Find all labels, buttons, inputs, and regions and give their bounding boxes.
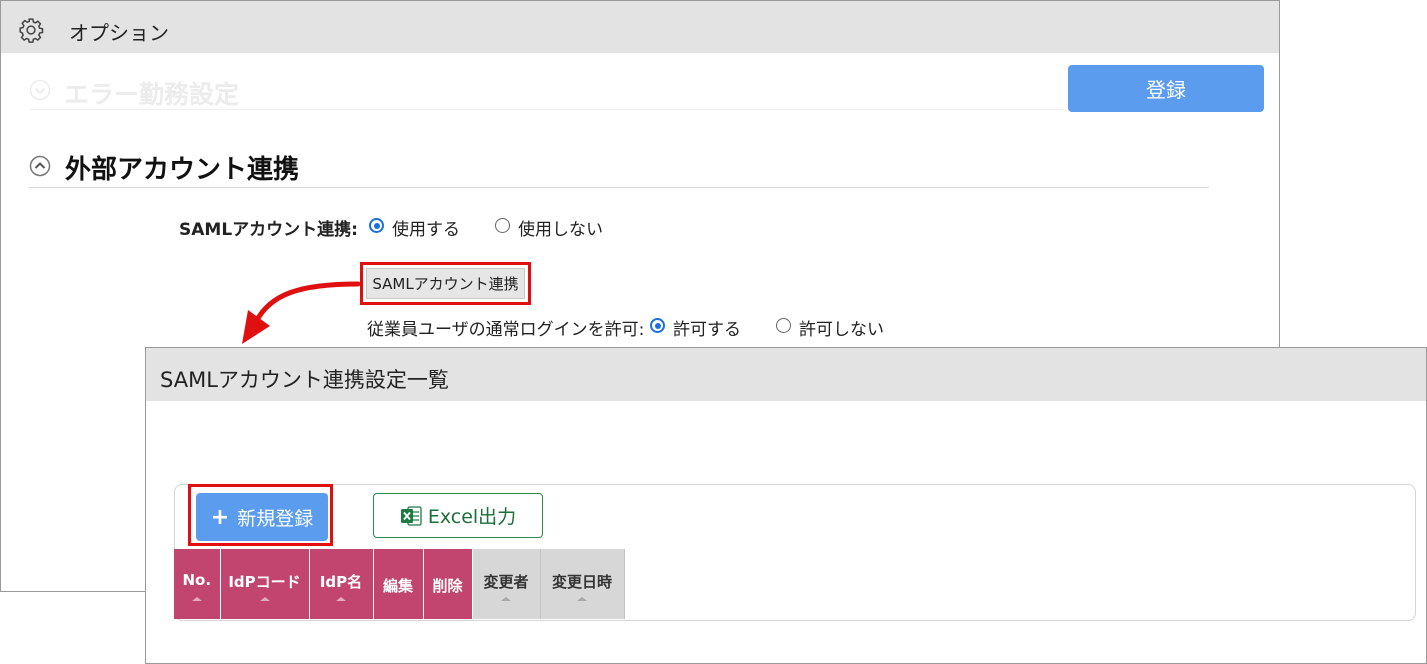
external-account-title: 外部アカウント連携 (65, 155, 300, 185)
chevron-up-icon (29, 155, 51, 177)
arrow-icon (242, 281, 361, 344)
login-allow-label: 許可する (673, 320, 741, 340)
saml-label: SAMLアカウント連携: (179, 220, 358, 240)
sort-caret-icon (259, 597, 270, 601)
options-titlebar: オプション (1, 1, 1279, 53)
column-header-delete: 削除 (423, 549, 473, 619)
login-deny-label: 許可しない (799, 320, 884, 340)
excel-icon (400, 505, 422, 526)
sort-caret-icon (191, 597, 202, 601)
saml-list-titlebar: SAMLアカウント連携設定一覧 (146, 348, 1426, 401)
column-header-idp-name[interactable]: IdP名 (309, 549, 374, 619)
external-account-section[interactable]: 外部アカウント連携 (29, 147, 1209, 188)
gear-icon (19, 18, 44, 43)
sort-caret-icon (336, 597, 346, 601)
saml-nouse-label: 使用しない (518, 220, 603, 240)
saml-nouse-radio[interactable] (495, 218, 510, 233)
excel-export-label: Excel出力 (427, 506, 517, 528)
error-settings-title: エラー勤務設定 (64, 80, 240, 109)
new-register-button[interactable]: + 新規登録 (196, 493, 328, 541)
column-header-label: IdPコード (228, 573, 301, 591)
chevron-down-icon (29, 79, 51, 101)
options-title: オプション (69, 21, 169, 45)
sort-caret-icon (577, 597, 587, 601)
saml-list-title: SAMLアカウント連携設定一覧 (160, 368, 449, 392)
new-register-label: 新規登録 (237, 507, 314, 530)
register-button[interactable]: 登録 (1068, 65, 1264, 112)
column-header-label: 変更日時 (551, 573, 612, 591)
login-allow-radio[interactable] (650, 318, 665, 333)
column-header-label: 削除 (432, 577, 463, 595)
column-header-label: IdP名 (319, 573, 363, 591)
login-label: 従業員ユーザの通常ログインを許可: (367, 320, 645, 340)
column-header-no[interactable]: No. (174, 549, 221, 619)
sort-caret-icon (501, 597, 511, 601)
table-header-row: No. IdPコード IdP名 編集 削除 変更者 変更日時 (174, 549, 625, 619)
saml-use-label: 使用する (392, 220, 460, 240)
login-deny-radio[interactable] (776, 318, 791, 333)
column-header-label: 編集 (382, 577, 413, 595)
plus-icon: + (210, 504, 230, 530)
saml-table: No. IdPコード IdP名 編集 削除 変更者 変更日時 (174, 549, 625, 619)
excel-export-button[interactable]: Excel出力 (373, 493, 543, 538)
column-header-idp-code[interactable]: IdPコード (220, 549, 310, 619)
column-header-edit: 編集 (373, 549, 424, 619)
saml-account-button[interactable]: SAMLアカウント連携 (366, 268, 525, 299)
error-settings-section[interactable]: エラー勤務設定 (29, 73, 1209, 110)
column-header-modifier[interactable]: 変更者 (472, 549, 541, 619)
saml-use-radio[interactable] (369, 218, 384, 233)
column-header-modified-at[interactable]: 変更日時 (540, 549, 625, 619)
column-header-label: No. (182, 571, 212, 589)
column-header-label: 変更者 (483, 573, 529, 591)
